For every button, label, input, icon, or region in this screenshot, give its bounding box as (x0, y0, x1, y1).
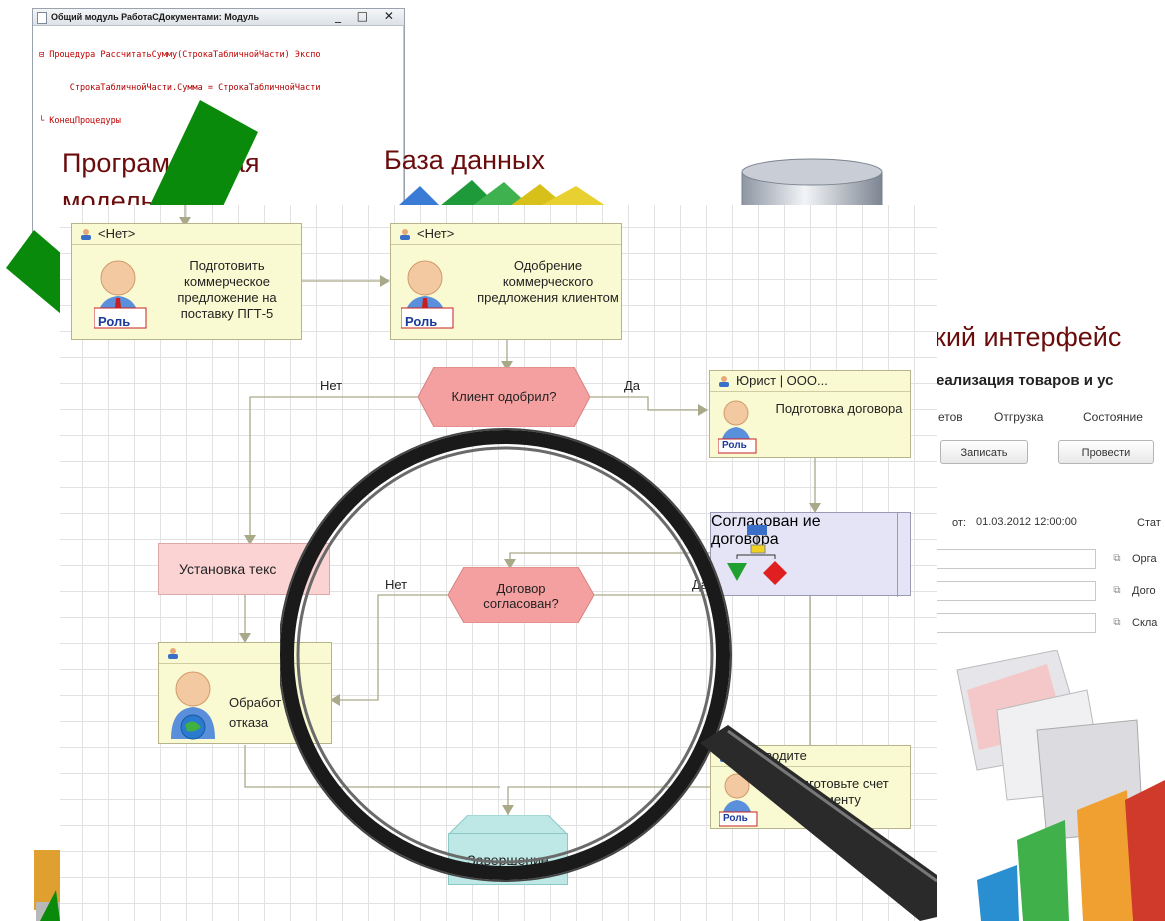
flow-label-no: Нет (320, 378, 343, 393)
form-tab-shipment[interactable]: Отгрузка (994, 410, 1043, 424)
folders-chart-decor (956, 650, 1165, 921)
contract-field[interactable] (936, 581, 1096, 601)
task-text: Подготовка договора (775, 401, 903, 416)
contract-label: Дого (1132, 585, 1156, 597)
open-link-icon[interactable]: ⧉ (1110, 584, 1124, 598)
code-window-titlebar: Общий модуль РаботаСДокументами: Модуль … (33, 9, 404, 26)
document-icon (37, 12, 47, 24)
user-icon (81, 229, 91, 240)
task-header: <Нет> (391, 224, 621, 245)
code-window-title: Общий модуль РаботаСДокументами: Модуль (51, 12, 260, 22)
decision-client-approved: Клиент одобрил? (451, 389, 557, 404)
task-text: Одобрение коммерческого предложения клие… (477, 258, 619, 305)
form-title: еализация товаров и ус (936, 372, 1114, 389)
database-cylinder-icon (741, 158, 883, 206)
task-prepare-offer[interactable]: <Нет> Роль Подготовить коммерческое пред… (71, 223, 302, 340)
user-icon (400, 229, 410, 240)
open-link-icon[interactable]: ⧉ (1110, 616, 1124, 630)
task-header: <Нет> (72, 224, 301, 245)
window-controls[interactable]: _ □ ✕ (335, 9, 400, 23)
task-executor: Юрист | ООО... (736, 373, 828, 388)
role-badge: Роль (405, 314, 438, 329)
user-icon (719, 376, 729, 387)
user-interface-label: кий интерфейс (934, 322, 1122, 352)
warehouse-label: Скла (1132, 617, 1158, 629)
warehouse-field[interactable] (936, 613, 1096, 633)
role-person-globe-icon (171, 671, 215, 740)
user-icon (168, 648, 178, 659)
task-offer-approval[interactable]: <Нет> Роль Одобрение коммерческого предл… (390, 223, 622, 340)
task-executor: <Нет> (98, 226, 136, 241)
business-process-diagram[interactable]: <Нет> Роль Подготовить коммерческое пред… (60, 205, 937, 921)
magnifying-glass-illustration (280, 428, 937, 921)
open-link-icon[interactable]: ⧉ (1110, 552, 1124, 566)
role-badge: Роль (98, 314, 131, 329)
status-label: Стат (1137, 517, 1161, 529)
task-executor: <Нет> (417, 226, 455, 241)
post-button[interactable]: Провести (1058, 440, 1154, 464)
database-label: База данных (384, 145, 545, 175)
date-field[interactable]: 01.03.2012 12:00:00 (970, 513, 1088, 533)
books-illustration (398, 180, 606, 206)
organization-field[interactable] (936, 549, 1096, 569)
form-tab-state[interactable]: Состояние (1083, 410, 1143, 424)
write-button[interactable]: Записать (940, 440, 1028, 464)
task-header: Юрист | ООО... (710, 371, 910, 392)
code-line-2: СтрокаТабличнойЧасти.Сумма = СтрокаТабли… (39, 83, 321, 93)
task-text: Подготовить коммерческое предложение на … (177, 258, 277, 321)
form-tab-accounts[interactable]: етов (938, 410, 963, 424)
flow-label-yes: Да (624, 378, 641, 393)
code-line-1: ⊟ Процедура РассчитатьСумму(СтрокаТаблич… (39, 50, 321, 60)
left-corner-decor (34, 850, 60, 921)
organization-label: Орга (1132, 553, 1157, 565)
date-prefix: от: (952, 517, 966, 529)
